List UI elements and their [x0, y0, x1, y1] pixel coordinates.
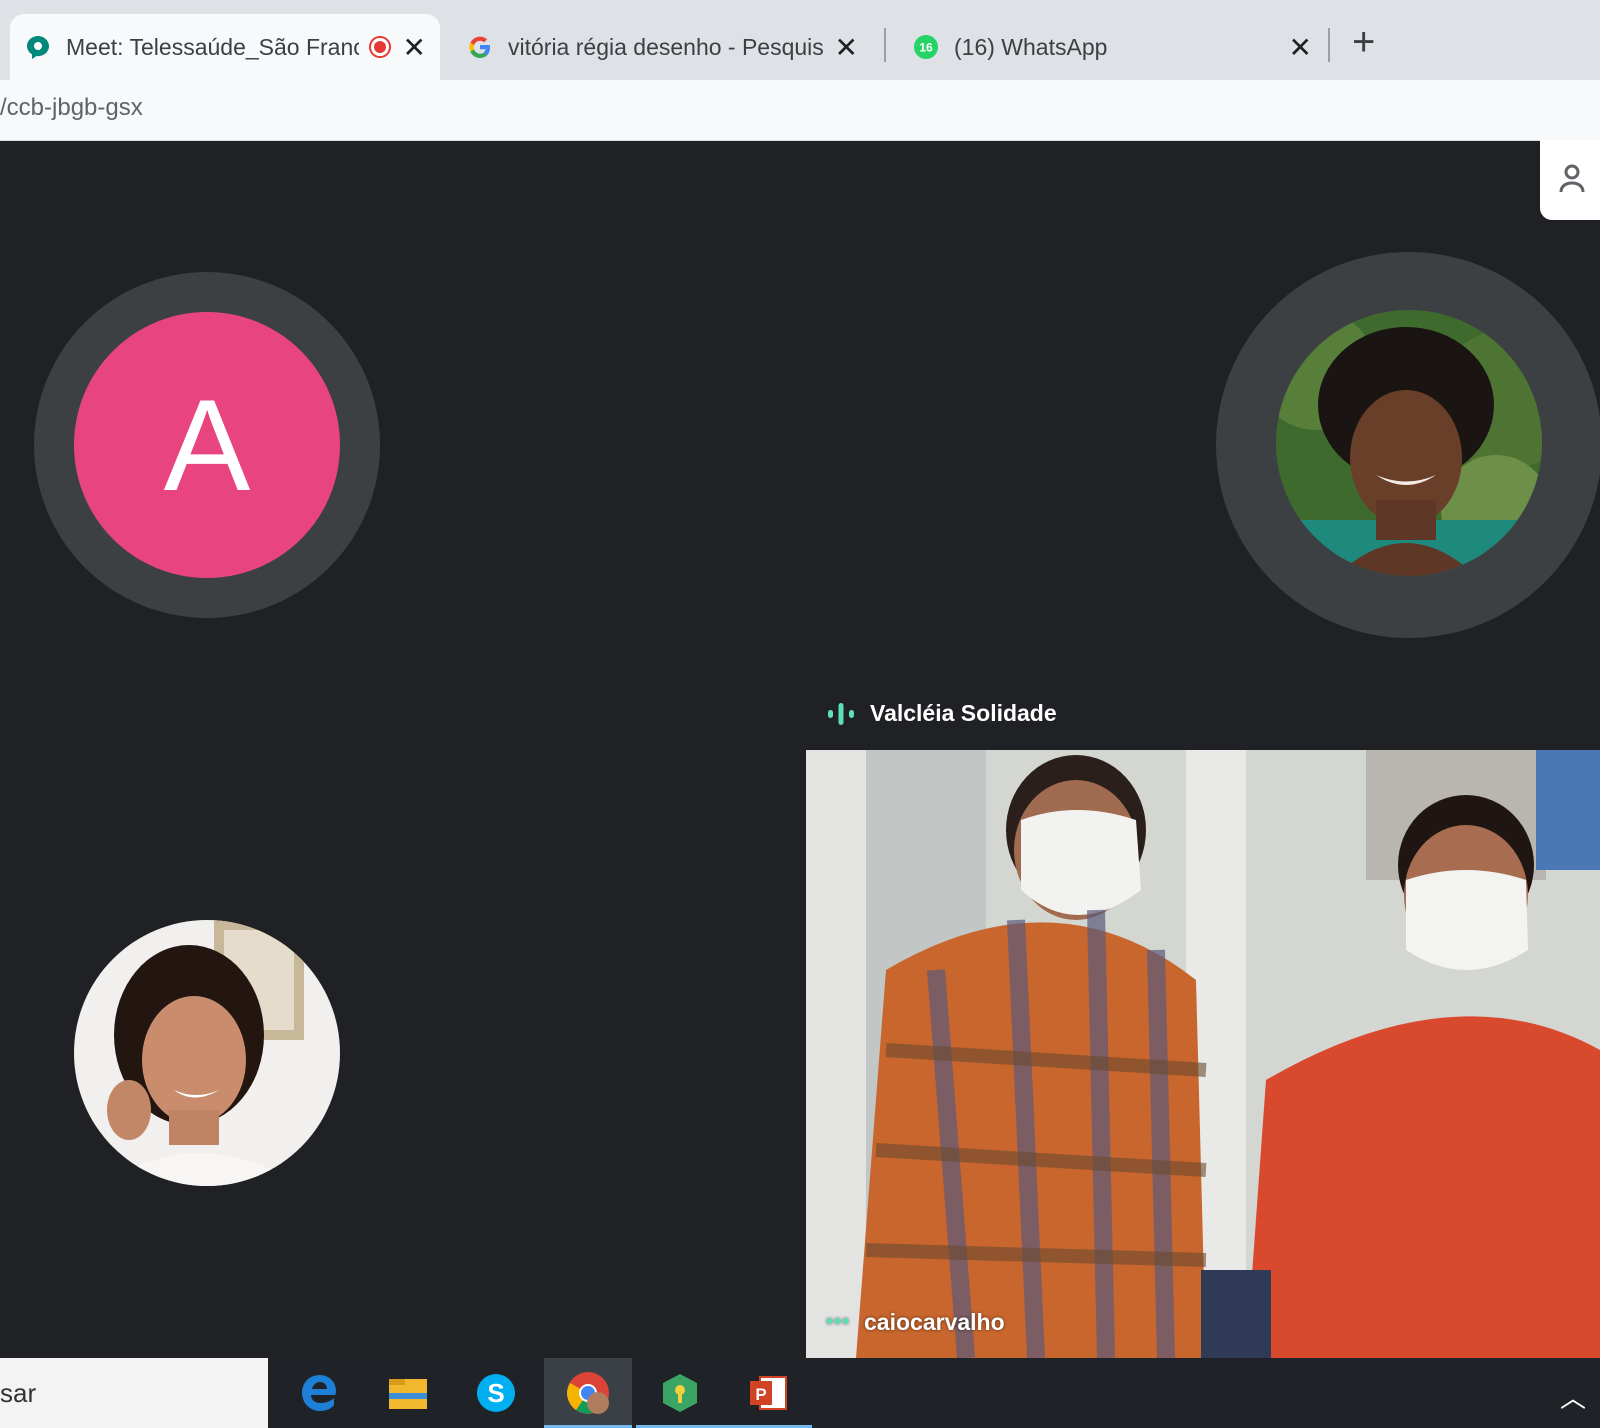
file-explorer-icon[interactable]: [364, 1358, 452, 1428]
address-bar[interactable]: /ccb-jbgb-gsx: [0, 80, 1600, 141]
url-text[interactable]: /ccb-jbgb-gsx: [0, 94, 143, 122]
new-tab-button[interactable]: +: [1352, 22, 1375, 62]
recording-icon: [369, 36, 391, 58]
tile-name-label: ••• caiocarvalho: [826, 1309, 1005, 1336]
chrome-icon[interactable]: [544, 1358, 632, 1428]
people-button[interactable]: [1540, 140, 1600, 220]
whatsapp-icon: 16: [912, 33, 940, 61]
more-options-icon[interactable]: •••: [826, 1311, 850, 1334]
tab-title: vitória régia desenho - Pesquisa: [508, 33, 823, 60]
google-meet-icon: [24, 33, 52, 61]
tab-title: (16) WhatsApp: [954, 33, 1108, 60]
tab-strip: Meet: Telessaúde_São Franci ✕ vitória ré…: [0, 0, 1600, 80]
avatar: A: [74, 312, 340, 578]
avatar: [1276, 310, 1542, 576]
close-icon[interactable]: ✕: [403, 31, 426, 64]
close-icon[interactable]: ✕: [1289, 31, 1312, 64]
avatar-initial: A: [163, 372, 251, 518]
tab-title: Meet: Telessaúde_São Franci: [66, 33, 360, 60]
people-icon: [1559, 164, 1585, 193]
avatar[interactable]: [74, 920, 340, 1186]
active-speaker-label: Valcléia Solidade: [826, 700, 1057, 727]
svg-text:P: P: [755, 1385, 766, 1404]
tab-separator: [1328, 28, 1330, 62]
tab-meet[interactable]: Meet: Telessaúde_São Franci ✕: [10, 14, 440, 80]
windows-taskbar: sar S P ︿: [0, 1358, 1600, 1428]
tab-separator: [884, 28, 886, 62]
skype-icon[interactable]: S: [452, 1358, 540, 1428]
taskbar-search-input[interactable]: sar: [0, 1358, 268, 1428]
video-tile[interactable]: ••• caiocarvalho: [806, 750, 1600, 1358]
close-icon[interactable]: ✕: [835, 31, 858, 64]
participant-video: [806, 750, 1600, 1358]
tab-whatsapp[interactable]: 16 (16) WhatsApp ✕: [898, 14, 1326, 80]
svg-text:S: S: [487, 1378, 504, 1408]
speaker-name: Valcléia Solidade: [870, 700, 1057, 726]
chevron-up-icon[interactable]: ︿: [1560, 1378, 1586, 1415]
powerpoint-icon[interactable]: P: [724, 1358, 812, 1428]
svg-text:16: 16: [919, 41, 933, 55]
speaking-indicator-icon: [828, 702, 854, 725]
keepass-icon[interactable]: [636, 1358, 724, 1428]
tab-search[interactable]: vitória régia desenho - Pesquisa ✕: [452, 14, 872, 80]
edge-icon[interactable]: [276, 1358, 364, 1428]
google-g-icon: [466, 33, 494, 61]
search-text: sar: [0, 1378, 37, 1408]
participant-name: caiocarvalho: [864, 1309, 1005, 1335]
